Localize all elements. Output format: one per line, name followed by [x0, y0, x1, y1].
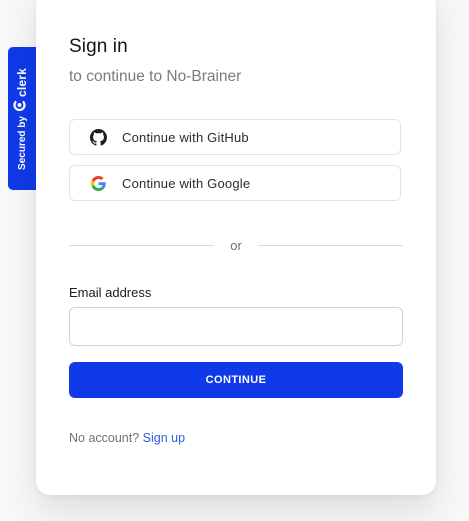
page-subtitle: to continue to No-Brainer: [69, 68, 242, 85]
or-divider: or: [69, 237, 403, 253]
divider-label: or: [230, 237, 242, 253]
clerk-brand-text: clerk: [15, 67, 30, 97]
page-title: Sign in: [69, 36, 128, 57]
github-button-label: Continue with GitHub: [122, 129, 249, 145]
page: Secured by clerk Sign in to continue to …: [0, 0, 469, 521]
no-account-text: No account?: [69, 431, 140, 445]
divider-line-right: [257, 244, 403, 246]
github-icon: [89, 128, 107, 146]
badge-content: Secured by clerk: [13, 68, 31, 170]
sign-up-prompt: No account? Sign up: [69, 431, 185, 445]
divider-line-left: [69, 244, 215, 246]
secured-by-clerk-badge[interactable]: Secured by clerk: [8, 47, 36, 190]
continue-button[interactable]: CONTINUE: [69, 362, 403, 398]
google-icon: [89, 174, 107, 192]
badge-secured-label: Secured by: [16, 115, 28, 170]
sign-in-card: Sign in to continue to No-Brainer Contin…: [36, 0, 436, 495]
sign-up-link[interactable]: Sign up: [143, 431, 185, 445]
email-label: Email address: [69, 285, 152, 300]
clerk-logo-icon: [13, 99, 31, 111]
clerk-logo: clerk: [13, 68, 31, 111]
google-button-label: Continue with Google: [122, 175, 251, 191]
continue-with-google-button[interactable]: Continue with Google: [69, 165, 401, 201]
email-field[interactable]: [69, 307, 403, 346]
continue-with-github-button[interactable]: Continue with GitHub: [69, 119, 401, 155]
